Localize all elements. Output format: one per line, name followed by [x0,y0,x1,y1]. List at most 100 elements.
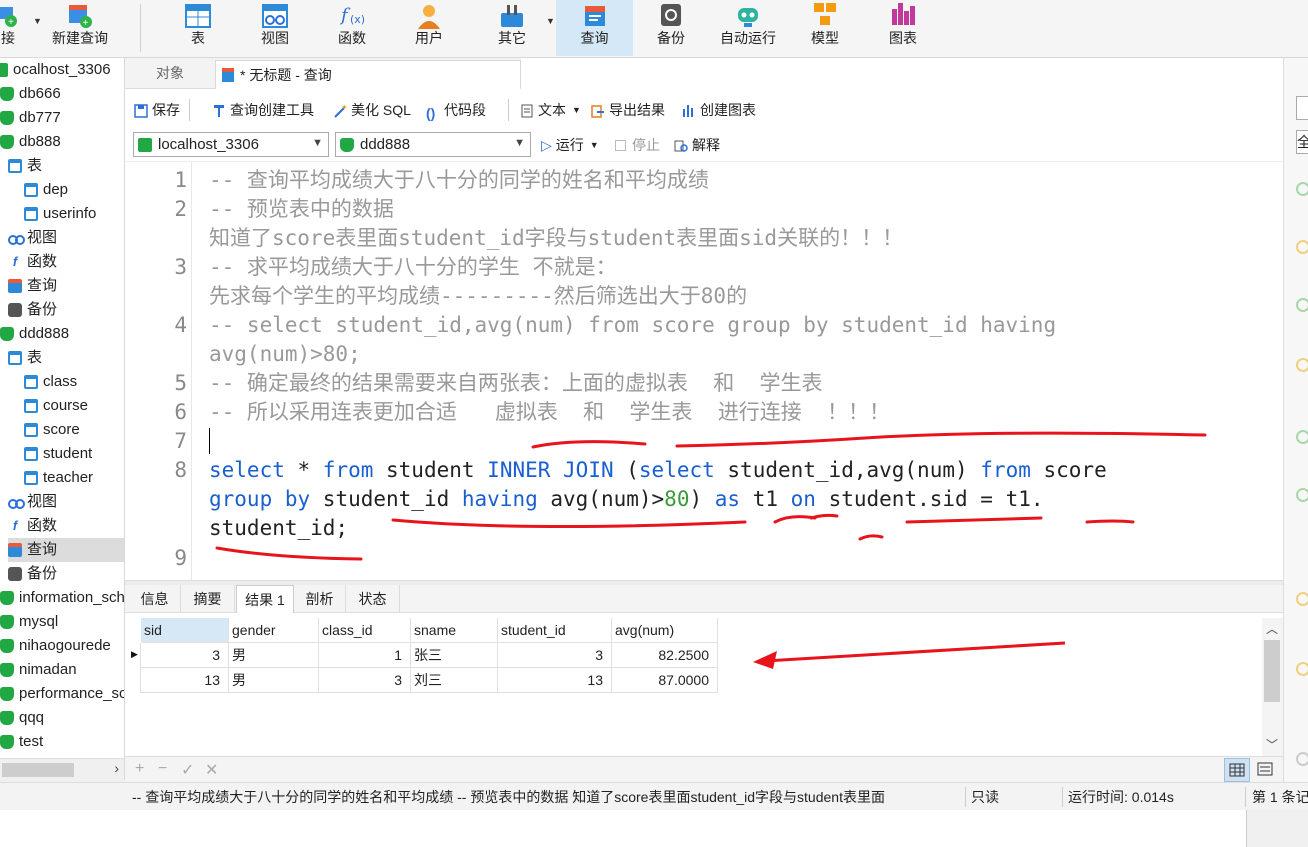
toolbar-chart-button[interactable]: 图表 [882,0,924,56]
toolbar-automation-button[interactable]: 自动运行 [712,0,784,56]
database-select[interactable]: ddd888 ▼ [335,132,531,157]
column-header-class-id[interactable]: class_id [319,618,411,643]
tree-item[interactable]: student [24,442,92,466]
run-button[interactable]: ▷ 运行 ▼ [541,135,599,155]
tree-item[interactable]: course [24,394,88,418]
tab-untitled-query[interactable]: * 无标题 - 查询 [215,60,521,89]
code-snippet-button[interactable]: () 代码段 [426,100,486,121]
create-chart-button[interactable]: 创建图表 [682,100,756,120]
tab-objects[interactable]: 对象 [125,58,215,89]
results-vertical-scrollbar[interactable]: ︿ ﹀ [1262,618,1283,756]
tree-item[interactable]: test [0,730,43,754]
tree-item[interactable]: mysql [0,610,58,634]
beautify-sql-button[interactable]: ✦ 美化 SQL [333,100,411,120]
tree-item[interactable]: ocalhost_3306 [0,58,111,82]
column-header-avg-num[interactable]: avg(num) [612,618,718,643]
tree-item[interactable]: 查询 [8,274,57,298]
tab-profile[interactable]: 剖析 [294,585,346,613]
tree-item[interactable]: f 函数 [8,250,57,274]
bottom-right-area [1246,810,1308,847]
discard-changes-button[interactable]: ✕ [205,760,218,780]
toolbar-backup-button[interactable]: 备份 [650,0,692,56]
tree-item[interactable]: nihaogourede [0,634,111,658]
tree-item[interactable]: 备份 [8,298,57,322]
tree-item[interactable]: 查询 [8,538,124,562]
tree-item[interactable]: f 函数 [8,514,57,538]
table-cell[interactable]: 1 [319,643,411,668]
delete-record-button[interactable]: − [158,760,167,778]
tree-item[interactable]: score [24,418,80,442]
table-cell[interactable]: 82.2500 [612,643,718,668]
tree-item[interactable]: 表 [8,154,42,178]
toolbar-function-button[interactable]: f (x) 函数 [331,0,373,56]
tab-status[interactable]: 状态 [346,585,400,613]
tree-item[interactable]: 表 [8,346,42,370]
grid-view-button[interactable] [1224,758,1250,782]
tab-summary[interactable]: 摘要 [181,585,235,613]
add-record-button[interactable]: + [135,760,144,778]
toolbar-table-button[interactable]: 表 [178,0,218,56]
chevron-up-icon[interactable]: ︿ [1266,620,1278,637]
save-button[interactable]: 保存 [134,100,180,120]
column-header-sid[interactable]: sid [141,618,229,643]
toolbar-other-button[interactable]: 其它 [490,0,534,56]
chevron-down-icon[interactable]: ▼ [572,100,581,120]
chevron-down-icon[interactable]: ▼ [590,135,599,155]
chevron-down-icon[interactable]: ▼ [33,16,42,26]
toolbar-connection-button[interactable]: + 接 [0,0,28,56]
chevron-right-icon[interactable]: › [114,760,119,776]
connection-select[interactable]: localhost_3306 ▼ [133,132,329,157]
table-cell[interactable]: 3 [319,668,411,693]
scrollbar-thumb[interactable] [2,763,74,777]
tree-item[interactable]: db666 [0,82,61,106]
tree-item[interactable]: performance_sc [0,682,124,706]
table-cell[interactable]: 87.0000 [612,668,718,693]
query-builder-button[interactable]: 查询创建工具 [212,100,314,120]
results-grid[interactable]: sid gender class_id sname student_id avg… [125,613,1283,756]
table-cell[interactable]: 13 [141,668,229,693]
toolbar-new-query-button[interactable]: + 新建查询 [46,0,114,56]
table-cell[interactable]: 3 [141,643,229,668]
table-cell[interactable]: 张三 [411,643,498,668]
tree-item[interactable]: 视图 [8,226,57,250]
tree-item[interactable]: information_sch [0,586,124,610]
side-field[interactable]: 全 [1296,130,1308,154]
tree-item[interactable]: nimadan [0,658,77,682]
tree-item[interactable]: db888 [0,130,61,154]
toolbar-query-button[interactable]: 查询 [556,0,633,56]
column-header-gender[interactable]: gender [229,618,319,643]
tree-horizontal-scrollbar[interactable]: › [0,758,124,780]
tree-item[interactable]: userinfo [24,202,96,226]
scrollbar-thumb[interactable] [1264,640,1280,702]
tree-item[interactable]: teacher [24,466,93,490]
table-cell[interactable]: 刘三 [411,668,498,693]
tree-item[interactable]: dep [24,178,68,202]
tree-item[interactable]: db777 [0,106,61,130]
toolbar-view-button[interactable]: 视图 [254,0,296,56]
column-header-sname[interactable]: sname [411,618,498,643]
table-cell[interactable]: 男 [229,643,319,668]
tree-item[interactable]: class [24,370,77,394]
export-results-button[interactable]: 导出结果 [591,100,665,120]
tab-result-1[interactable]: 结果 1 [236,585,294,613]
chevron-down-icon[interactable]: ﹀ [1266,736,1278,753]
chevron-down-icon[interactable]: ▼ [546,16,555,26]
toolbar-model-button[interactable]: 模型 [804,0,846,56]
sql-editor[interactable]: 1 2 3 4 5 6 7 8 9 -- 查询平均成绩大于八十分的同学的姓名和平… [125,162,1283,580]
tree-item[interactable]: 备份 [8,562,57,586]
column-header-student-id[interactable]: student_id [498,618,612,643]
explain-button[interactable]: 解释 [674,135,720,155]
tree-item[interactable]: ddd888 [0,322,69,346]
edit-icon[interactable] [1296,96,1308,120]
stop-button[interactable]: 停止 [615,135,660,155]
apply-changes-button[interactable]: ✓ [181,760,194,780]
table-cell[interactable]: 男 [229,668,319,693]
toolbar-user-button[interactable]: 用户 [408,0,450,56]
tab-info[interactable]: 信息 [129,585,181,613]
form-view-button[interactable] [1253,758,1279,782]
text-mode-button[interactable]: 文本 ▼ [520,100,581,120]
table-cell[interactable]: 3 [498,643,612,668]
tree-item[interactable]: 视图 [8,490,57,514]
table-cell[interactable]: 13 [498,668,612,693]
tree-item[interactable]: qqq [0,706,44,730]
